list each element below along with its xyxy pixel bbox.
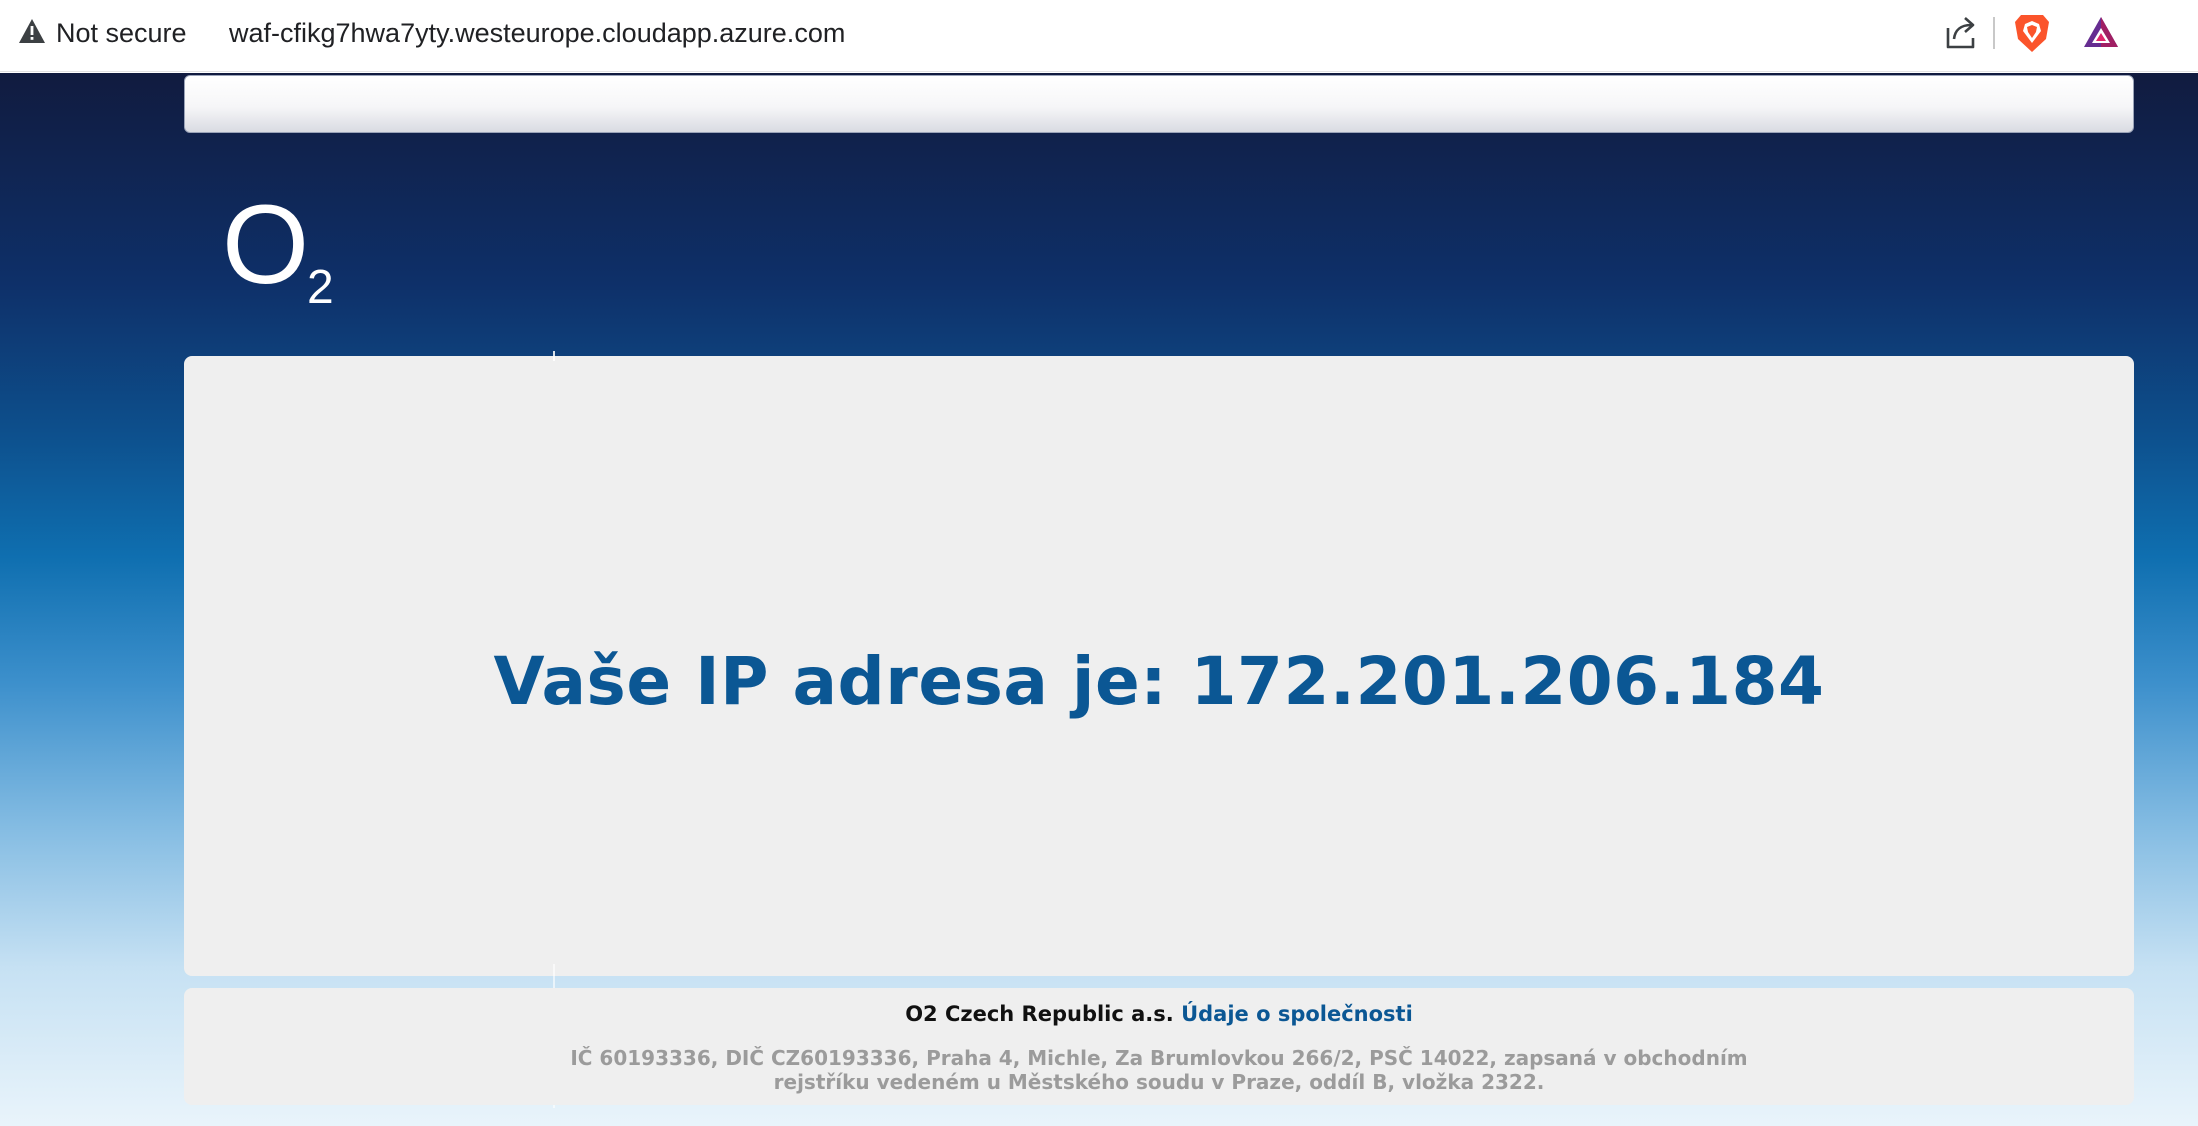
ip-address-heading: Vaše IP adresa je: 172.201.206.184 xyxy=(493,642,1825,720)
brave-rewards-icon xyxy=(2082,17,2120,56)
footer-company-name: O2 Czech Republic a.s. xyxy=(905,1002,1174,1026)
page-viewport: O 2 Vaše IP adresa je: 172.201.206.184 O… xyxy=(0,73,2198,1126)
browser-address-bar: Not secure waf-cfikg7hwa7yty.westeurope.… xyxy=(0,0,2198,72)
brave-rewards-button[interactable] xyxy=(2082,14,2120,52)
footer-legal-text: IČ 60193336, DIČ CZ60193336, Praha 4, Mi… xyxy=(184,1046,2134,1094)
footer: O2 Czech Republic a.s. Údaje o společnos… xyxy=(184,988,2134,1105)
url-field[interactable]: waf-cfikg7hwa7yty.westeurope.cloudapp.az… xyxy=(229,15,845,51)
main-panel: Vaše IP adresa je: 172.201.206.184 xyxy=(184,356,2134,976)
logo-letter: O xyxy=(222,188,309,307)
footer-company-line: O2 Czech Republic a.s. Údaje o společnos… xyxy=(184,1002,2134,1026)
footer-legal-line-2: rejstříku vedeném u Městského soudu v Pr… xyxy=(773,1070,1545,1094)
share-icon xyxy=(1942,17,1980,56)
footer-legal-line-1: IČ 60193336, DIČ CZ60193336, Praha 4, Mi… xyxy=(570,1046,1748,1070)
brave-shield-icon xyxy=(2012,15,2052,58)
o2-logo: O 2 xyxy=(222,182,352,314)
panel-seam-top xyxy=(553,351,555,361)
toolbar-divider xyxy=(1993,17,1995,49)
warning-icon xyxy=(18,18,46,48)
share-button[interactable] xyxy=(1942,14,1980,52)
company-info-link[interactable]: Údaje o společnosti xyxy=(1181,1002,1413,1026)
security-indicator[interactable]: Not secure xyxy=(18,15,187,51)
top-menu-strip xyxy=(184,75,2134,133)
logo-subscript: 2 xyxy=(307,261,334,308)
brave-shields-button[interactable] xyxy=(2012,12,2052,54)
security-label: Not secure xyxy=(56,17,187,48)
